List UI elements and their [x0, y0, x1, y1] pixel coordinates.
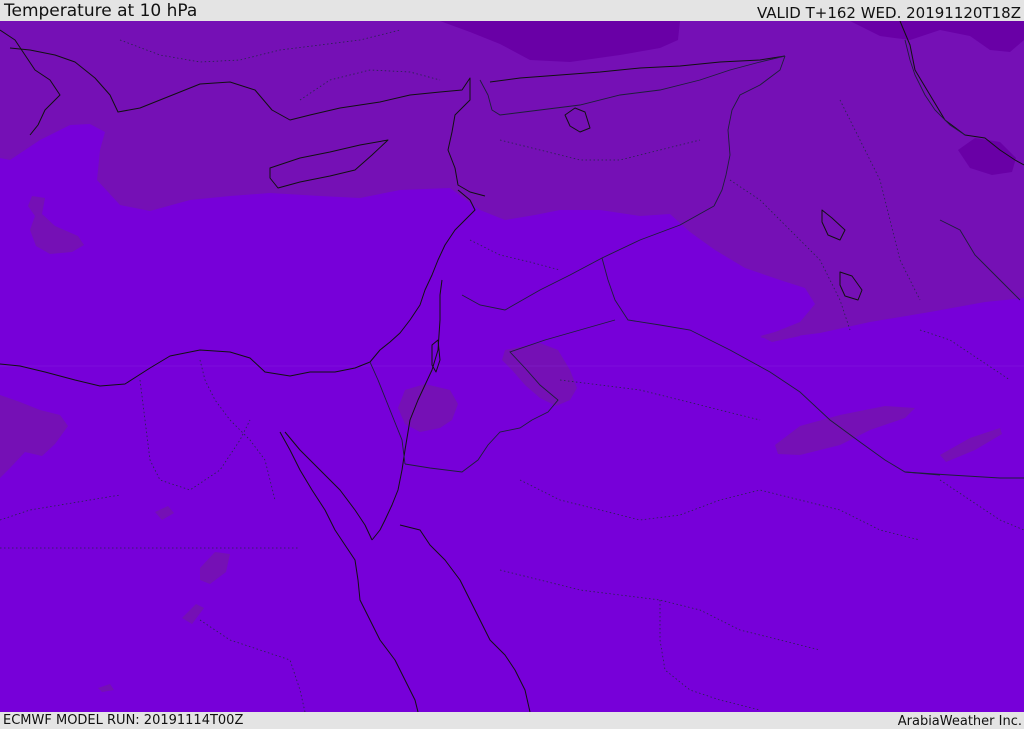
- map-footer: ECMWF MODEL RUN: 20191114T00Z ArabiaWeat…: [0, 712, 1024, 729]
- credit-label: ArabiaWeather Inc.: [897, 714, 1022, 729]
- map-canvas: [0, 21, 1024, 712]
- valid-time: VALID T+162 WED. 20191120T18Z: [756, 4, 1021, 22]
- map-title: Temperature at 10 hPa: [4, 1, 198, 21]
- map-header: Temperature at 10 hPa VALID T+162 WED. 2…: [0, 0, 1024, 21]
- weather-map: [0, 21, 1024, 712]
- model-run-label: ECMWF MODEL RUN: 20191114T00Z: [3, 713, 244, 728]
